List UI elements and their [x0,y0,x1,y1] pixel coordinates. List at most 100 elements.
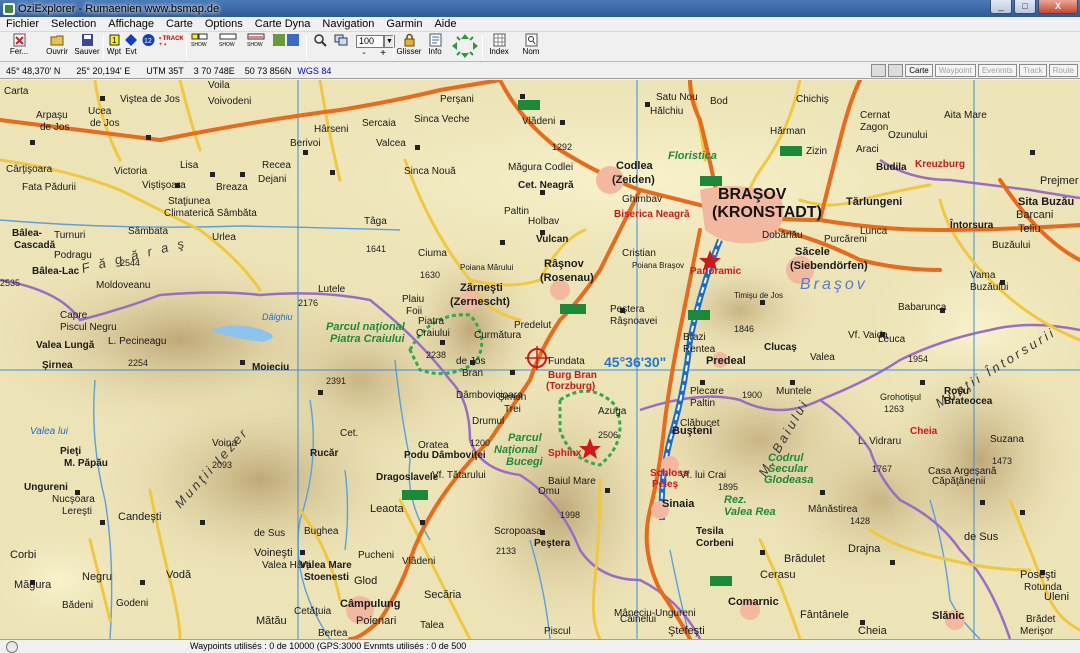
minimize-button[interactable]: _ [990,0,1012,14]
village-label: Ungureni [24,482,68,493]
village-label: Cernat [860,110,891,121]
poi-biserica-neagra: Biserica Neagră [614,209,690,220]
magnifier-icon [313,34,327,47]
village-label: Barcani [1016,209,1054,221]
village-label: Capre [60,310,88,321]
village-label: Clăbucet [680,418,720,429]
village-label: Teliu [1018,223,1041,235]
show-waypoints-button[interactable]: SHOW [189,33,213,61]
map-layer-button[interactable] [271,33,303,61]
menu-navigation[interactable]: Navigation [316,17,380,32]
village-label: Sita Buzău [1018,196,1075,208]
tab-evenmts[interactable]: Evenmts [977,64,1017,77]
save-button[interactable]: Sauver [72,33,102,61]
waypoint-label: Wpt [106,47,122,56]
village-label: Tâga [364,216,387,227]
menu-carte[interactable]: Carte [160,17,199,32]
village-label: Brateocea [944,396,993,407]
village-label: Măgura Codlei [508,162,574,173]
menu-aide[interactable]: Aide [428,17,462,32]
show-events-button[interactable]: SHOW [217,33,241,61]
menu-garmin[interactable]: Garmin [380,17,428,32]
village-label: Recea [262,160,291,171]
peak-elevation: 1263 [884,404,905,414]
svg-text:SHOW: SHOW [219,42,235,47]
info-button[interactable]: Info [424,33,446,61]
village-label: Aita Mare [944,110,987,121]
village-label: Candeşti [118,511,162,523]
village-label: Vulcan [536,234,569,245]
close-map-label: Fer... [9,47,29,56]
village-label: Buzăului [992,240,1031,251]
longitude-readout: 25° 20,194' E [76,65,131,76]
zoom-out-button[interactable]: - [358,49,370,60]
menu-options[interactable]: Options [199,17,249,32]
village-label: Perşani [440,94,474,105]
peak-elevation: 1846 [734,324,755,334]
village-label: Peştera [610,304,645,315]
park-piatra-craiului-2: Piatra Craiului [330,333,405,345]
village-label: Ghimbav [622,194,663,205]
map-view[interactable]: BRAŞOV (KRONSTADT) Codlea (Zeiden) Râşno… [0,80,1080,639]
svg-text:SHOW: SHOW [191,42,207,47]
map-layers-icon [273,34,299,46]
village-label: Bran [462,368,484,379]
village-label: Suzana [990,434,1024,445]
tab-waypoint[interactable]: Waypoint [934,64,976,77]
village-label: Godeni [116,598,149,609]
disk-icon[interactable] [888,64,904,77]
village-label: Poiana Mărului [460,263,514,272]
village-label: Baiul Mare [548,476,596,487]
map-window-button[interactable] [332,33,350,61]
village-label: Lereşti [62,506,93,517]
menu-fichier[interactable]: Fichier [0,17,45,32]
zoom-find-button[interactable] [311,33,329,61]
tab-route[interactable]: Route [1048,64,1078,77]
region-brasov: Braşov [800,276,868,293]
poi-peles: Peleş [652,479,679,490]
maximize-button[interactable]: □ [1014,0,1036,14]
village-label: Valcea [376,138,406,149]
index-button[interactable]: Index [486,33,512,61]
waypoint-number-button[interactable]: 12 [140,33,156,61]
menu-selection[interactable]: Selection [45,17,102,32]
park-piatra-craiului-1: Parcul naţional [326,321,405,333]
village-label: Leaota [370,503,404,515]
tab-carte[interactable]: Carte [905,64,933,77]
print-icon[interactable] [871,64,887,77]
name-search-button[interactable]: Nom [518,33,544,61]
show-tracks-button[interactable]: SHOW [245,33,269,61]
lock-label: Glisser [396,47,422,56]
zoom-in-button[interactable]: + [377,49,389,60]
waypoint-button[interactable]: 1 Wpt [106,33,122,61]
track-button[interactable]: • TRACK + ▪ [158,33,184,61]
city-kronstadt: (KRONSTADT) [712,204,822,221]
village-label: Pieţi [60,446,82,457]
menu-affichage[interactable]: Affichage [102,17,160,32]
town-codlea: Codlea [616,160,653,172]
show-events-icon: SHOW [219,33,237,47]
village-label: Valea Mare [300,560,352,571]
open-button[interactable]: Ouvrir [42,33,72,61]
pan-arrows-button[interactable] [450,33,480,61]
village-label: Măgura [14,579,52,591]
tab-track[interactable]: Track [1018,64,1047,77]
globe-icon [6,641,18,653]
village-label: Buzăului [970,282,1009,293]
event-button[interactable]: Evt [123,33,139,61]
village-label: Hălchiu [650,106,684,117]
menu-carte-dyna[interactable]: Carte Dyna [249,17,317,32]
village-label: Fundata [548,356,585,367]
zoom-level-field[interactable]: 100 [356,35,384,48]
close-button[interactable]: X [1038,0,1078,14]
village-label: Victoria [114,166,148,177]
village-label: Bod [710,96,728,107]
name-search-icon [525,33,537,47]
village-label: Ciuma [418,248,447,259]
village-label: de Jos [456,356,486,367]
lock-button[interactable]: Glisser [396,33,422,61]
village-label: Omu [538,486,560,497]
village-label: Brazi [683,332,706,343]
close-map-button[interactable]: Fer... [4,33,34,61]
village-label: Hârseni [314,124,349,135]
